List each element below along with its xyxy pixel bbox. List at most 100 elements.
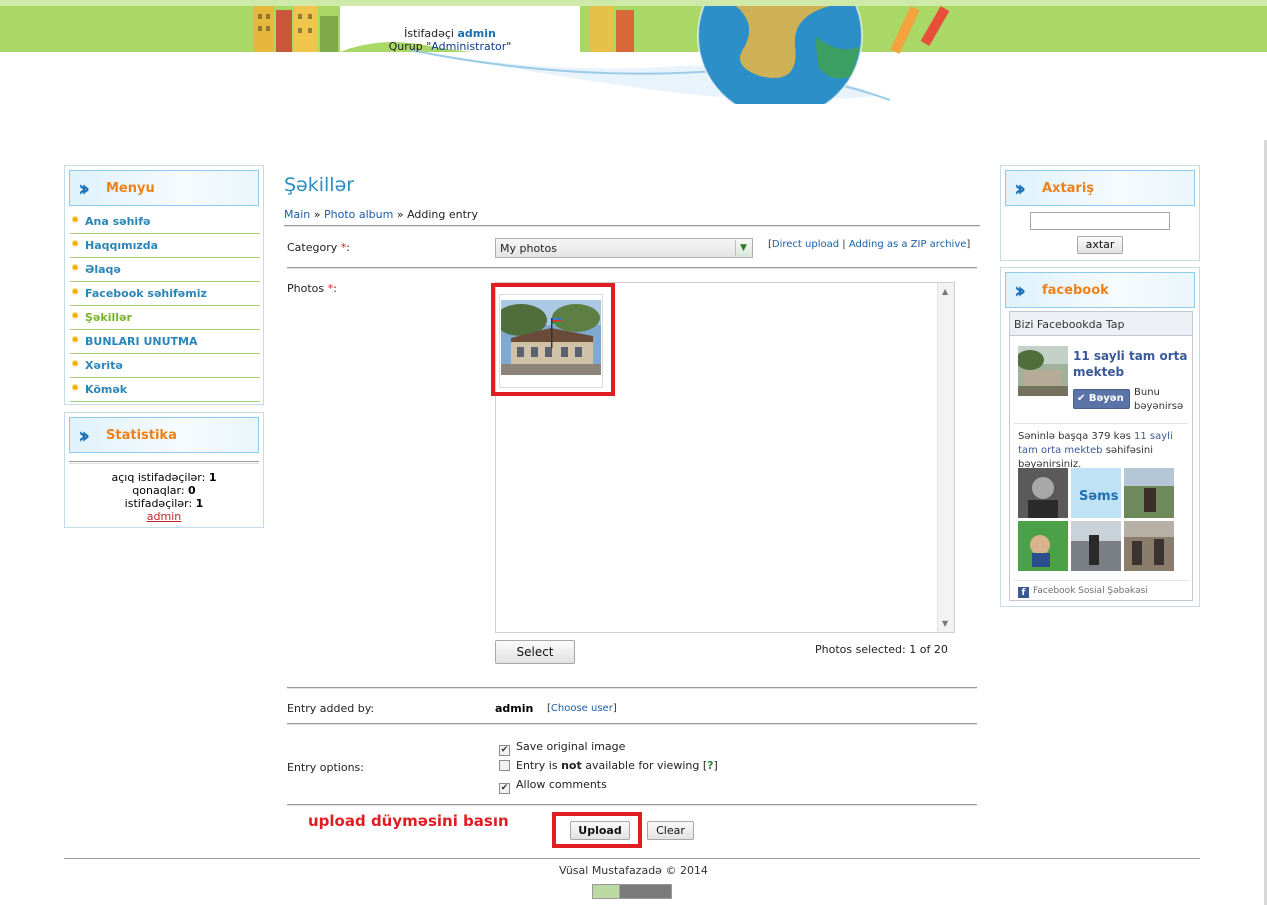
divider [287, 267, 977, 269]
sun-bullet-icon: ✹ [71, 335, 80, 346]
menu-item-label[interactable]: Əlaqə [85, 263, 121, 276]
header-banner-image [254, 6, 1070, 104]
menu-item-label[interactable]: BUNLARI UNUTMA [85, 335, 197, 348]
checkbox-checked[interactable]: ✔ [499, 745, 510, 756]
stat-value: 1 [195, 497, 204, 510]
photos-label-text: Photos [287, 282, 325, 295]
fb-fan-avatar[interactable]: Səms [1071, 468, 1121, 518]
fb-like-label: Bəyən [1088, 393, 1124, 404]
colon: : [333, 282, 337, 295]
fb-page-picture[interactable] [1018, 346, 1068, 396]
stat-label: istifadəçilər: [124, 497, 193, 510]
chevron-down-icon[interactable]: ▼ [735, 240, 751, 256]
entry-options-label: Entry options: [287, 761, 364, 774]
breadcrumb: Main » Photo album » Adding entry [284, 208, 478, 221]
bracket: ] [713, 759, 718, 772]
category-select[interactable]: My photos ▼ [495, 238, 753, 258]
menu-item-facebook[interactable]: ✹ Facebook səhifəmiz [70, 282, 260, 306]
option-allow-comments[interactable]: ✔ Allow comments [499, 778, 607, 794]
search-input[interactable] [1030, 212, 1170, 230]
menu-item-home[interactable]: ✹ Ana səhifə [70, 210, 260, 234]
double-chevron-icon: ›› [1014, 177, 1026, 202]
double-chevron-icon: ›› [78, 177, 90, 202]
option-save-original[interactable]: ✔ Save original image [499, 740, 625, 756]
breadcrumb-album-link[interactable]: Photo album [324, 208, 393, 221]
facebook-icon: f [1018, 587, 1029, 598]
bracket: ] [612, 703, 617, 714]
sun-bullet-icon: ✹ [71, 215, 80, 226]
stat-value: 1 [208, 471, 217, 484]
photo-list-scrollbar[interactable]: ▲ ▼ [937, 283, 954, 632]
menu-item-label[interactable]: Şəkillər [85, 311, 132, 324]
username-link[interactable]: admin [457, 27, 495, 40]
menu-box: ›› Menyu ✹ Ana səhifə ✹ Haqqımızda ✹ Əlaqə … [64, 165, 264, 405]
colon: : [346, 241, 350, 254]
sun-bullet-icon: ✹ [71, 359, 80, 370]
fb-fan-avatar[interactable] [1018, 468, 1068, 518]
menu-item-label[interactable]: Ana səhifə [85, 215, 150, 228]
sun-bullet-icon: ✹ [71, 311, 80, 322]
menu-item-label[interactable]: Kömək [85, 383, 127, 396]
breadcrumb-main-link[interactable]: Main [284, 208, 310, 221]
divider [287, 723, 977, 725]
facebook-box-title: facebook [1042, 283, 1109, 298]
online-user-link[interactable]: admin [147, 510, 181, 523]
stats-box-title: Statistika [106, 428, 177, 443]
photos-label: Photos *: [287, 282, 337, 295]
scroll-up-icon[interactable]: ▲ [942, 287, 948, 296]
upload-button[interactable]: Upload [570, 821, 630, 840]
fb-fan-avatar[interactable] [1018, 521, 1068, 571]
option-label-pre: Entry is [516, 759, 562, 772]
option-label-bold: not [561, 759, 582, 772]
choose-user-link[interactable]: Choose user [551, 703, 613, 714]
menu-item-about[interactable]: ✹ Haqqımızda [70, 234, 260, 258]
divider [69, 461, 259, 464]
footer-divider [64, 858, 1200, 859]
select-photos-button[interactable]: Select [495, 640, 575, 664]
facebook-box-header: ›› facebook [1005, 272, 1195, 308]
menu-item-photos[interactable]: ✹ Şəkillər [70, 306, 260, 330]
group-link[interactable]: Administrator [431, 40, 506, 53]
menu-item-label[interactable]: Facebook səhifəmiz [85, 287, 207, 300]
menu-box-header: ›› Menyu [69, 170, 259, 206]
fb-page-name[interactable]: 11 sayli tam orta mekteb [1073, 348, 1191, 380]
divider [1014, 580, 1188, 581]
direct-upload-link[interactable]: Direct upload [772, 239, 839, 250]
divider [1014, 423, 1188, 424]
fb-fan-avatar[interactable] [1124, 468, 1174, 518]
option-label: Save original image [516, 740, 626, 753]
option-not-available[interactable]: Entry is not available for viewing [?] [499, 759, 718, 772]
clear-button[interactable]: Clear [647, 821, 694, 840]
menu-item-contact[interactable]: ✹ Əlaqə [70, 258, 260, 282]
menu-item-dont-forget[interactable]: ✹ BUNLARI UNUTMA [70, 330, 260, 354]
stats-box-header: ›› Statistika [69, 417, 259, 453]
search-button[interactable]: axtar [1077, 236, 1123, 254]
breadcrumb-separator: » [396, 208, 404, 221]
photos-selected-count: Photos selected: 1 of 20 [815, 643, 948, 656]
menu-item-label[interactable]: Haqqımızda [85, 239, 158, 252]
fb-fan-avatar[interactable] [1071, 521, 1121, 571]
visitor-counter-badge[interactable] [592, 884, 672, 899]
fb-footer-label: Facebook Sosial Şəbəkəsi [1033, 586, 1148, 596]
group-suffix: " [506, 40, 512, 53]
checkbox-unchecked[interactable] [499, 760, 510, 771]
stat-value: 0 [188, 484, 196, 497]
double-chevron-icon: ›› [1014, 279, 1026, 304]
fb-fan-avatar[interactable] [1124, 521, 1174, 571]
menu-item-help[interactable]: ✹ Kömək [70, 378, 260, 402]
scroll-down-icon[interactable]: ▼ [942, 619, 948, 628]
facebook-like-box: Bizi Facebookda Tap 11 sayli tam orta me… [1009, 311, 1193, 601]
fb-widget-header: Bizi Facebookda Tap [1010, 312, 1192, 336]
divider [287, 687, 977, 689]
fb-like-button[interactable]: ✔ Bəyən [1073, 389, 1130, 409]
menu-item-map[interactable]: ✹ Xəritə [70, 354, 260, 378]
fb-footer[interactable]: f Facebook Sosial Şəbəkəsi [1018, 586, 1148, 598]
stat-label: açıq istifadəçilər: [111, 471, 206, 484]
sun-bullet-icon: ✹ [71, 263, 80, 274]
zip-upload-link[interactable]: Adding as a ZIP archive [849, 239, 967, 250]
main-menu: ✹ Ana səhifə ✹ Haqqımızda ✹ Əlaqə ✹ Facebook… [70, 210, 260, 402]
choose-user: [Choose user] [547, 703, 617, 714]
checkbox-checked[interactable]: ✔ [499, 783, 510, 794]
menu-item-label[interactable]: Xəritə [85, 359, 123, 372]
search-box-header: ›› Axtariş [1005, 170, 1195, 206]
